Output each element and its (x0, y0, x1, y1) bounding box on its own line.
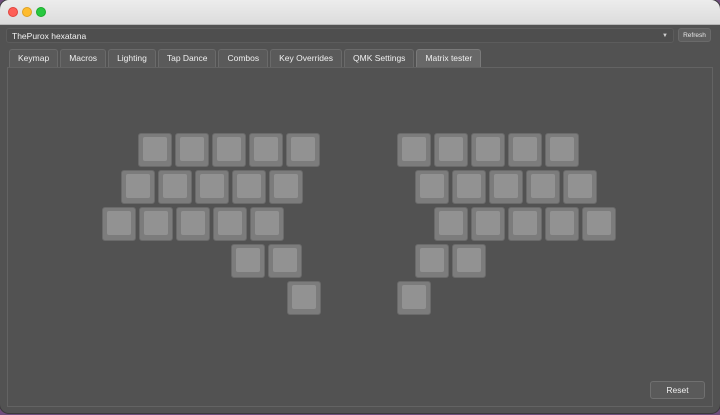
left-key-r0c4 (286, 133, 320, 167)
key-cap (457, 248, 481, 272)
right-key-r1c0 (415, 170, 449, 204)
reset-button[interactable]: Reset (650, 381, 705, 399)
minimize-window-button[interactable] (22, 7, 32, 17)
key-cap (420, 248, 444, 272)
key-cap (291, 137, 315, 161)
left-key-r3c1 (268, 244, 302, 278)
key-cap (420, 174, 444, 198)
chevron-down-icon: ▼ (662, 33, 668, 39)
key-cap (273, 248, 297, 272)
key-cap (476, 137, 500, 161)
left-key-r2c0 (102, 207, 136, 241)
left-key-r0c0 (138, 133, 172, 167)
key-cap (513, 211, 537, 235)
key-cap (402, 285, 426, 309)
refresh-button[interactable]: Refresh (678, 28, 711, 42)
key-cap (181, 211, 205, 235)
tab-key-overrides[interactable]: Key Overrides (270, 49, 342, 67)
key-cap (218, 211, 242, 235)
right-key-r1c2 (489, 170, 523, 204)
key-cap (237, 174, 261, 198)
key-cap (107, 211, 131, 235)
right-key-r2c1 (471, 207, 505, 241)
right-key-r2c2 (508, 207, 542, 241)
left-key-r2c3 (213, 207, 247, 241)
left-key-r2c2 (176, 207, 210, 241)
left-key-r2c1 (139, 207, 173, 241)
left-key-r0c3 (249, 133, 283, 167)
key-cap (236, 248, 260, 272)
right-key-r2c3 (545, 207, 579, 241)
tab-qmk-settings[interactable]: QMK Settings (344, 49, 415, 67)
tab-bar: Keymap Macros Lighting Tap Dance Combos … (9, 49, 482, 68)
left-key-r4c0 (287, 281, 321, 315)
right-key-r3c1 (452, 244, 486, 278)
right-key-r0c1 (434, 133, 468, 167)
right-key-r1c4 (563, 170, 597, 204)
right-key-r1c1 (452, 170, 486, 204)
key-cap (439, 137, 463, 161)
left-key-r0c2 (212, 133, 246, 167)
key-cap (476, 211, 500, 235)
key-cap (457, 174, 481, 198)
right-key-r4c0 (397, 281, 431, 315)
key-cap (550, 211, 574, 235)
key-cap (200, 174, 224, 198)
right-key-r0c4 (545, 133, 579, 167)
tab-matrix-tester[interactable]: Matrix tester (416, 49, 482, 68)
keyboard-select[interactable]: ThePurox hexatana ▼ (6, 28, 674, 43)
right-key-r3c0 (415, 244, 449, 278)
right-key-r0c3 (508, 133, 542, 167)
keyboard-select-value: ThePurox hexatana (12, 31, 87, 41)
key-cap (439, 211, 463, 235)
key-cap (568, 174, 592, 198)
tab-macros[interactable]: Macros (60, 49, 107, 67)
left-key-r1c3 (232, 170, 266, 204)
left-key-r1c4 (269, 170, 303, 204)
left-key-r1c0 (121, 170, 155, 204)
key-cap (163, 174, 187, 198)
key-cap (254, 137, 278, 161)
key-cap (255, 211, 279, 235)
key-cap (513, 137, 537, 161)
zoom-window-button[interactable] (36, 7, 46, 17)
right-key-r2c4 (582, 207, 616, 241)
key-cap (494, 174, 518, 198)
right-key-r2c0 (434, 207, 468, 241)
key-cap (550, 137, 574, 161)
close-window-button[interactable] (8, 7, 18, 17)
left-key-r2c4 (250, 207, 284, 241)
key-cap (587, 211, 611, 235)
key-cap (180, 137, 204, 161)
app-window: ThePurox hexatana ▼ Refresh Keymap Macro… (0, 0, 720, 413)
left-key-r1c1 (158, 170, 192, 204)
tab-combos[interactable]: Combos (218, 49, 269, 67)
tab-lighting[interactable]: Lighting (108, 49, 156, 67)
key-cap (143, 137, 167, 161)
key-cap (217, 137, 241, 161)
tab-keymap[interactable]: Keymap (9, 49, 59, 67)
key-cap (274, 174, 298, 198)
tab-tap-dance[interactable]: Tap Dance (157, 49, 217, 67)
key-cap (531, 174, 555, 198)
key-cap (402, 137, 426, 161)
left-key-r0c1 (175, 133, 209, 167)
left-key-r3c0 (231, 244, 265, 278)
key-cap (126, 174, 150, 198)
right-key-r0c2 (471, 133, 505, 167)
key-cap (292, 285, 316, 309)
right-key-r1c3 (526, 170, 560, 204)
title-bar (0, 0, 720, 25)
key-cap (144, 211, 168, 235)
right-key-r0c0 (397, 133, 431, 167)
left-key-r1c2 (195, 170, 229, 204)
